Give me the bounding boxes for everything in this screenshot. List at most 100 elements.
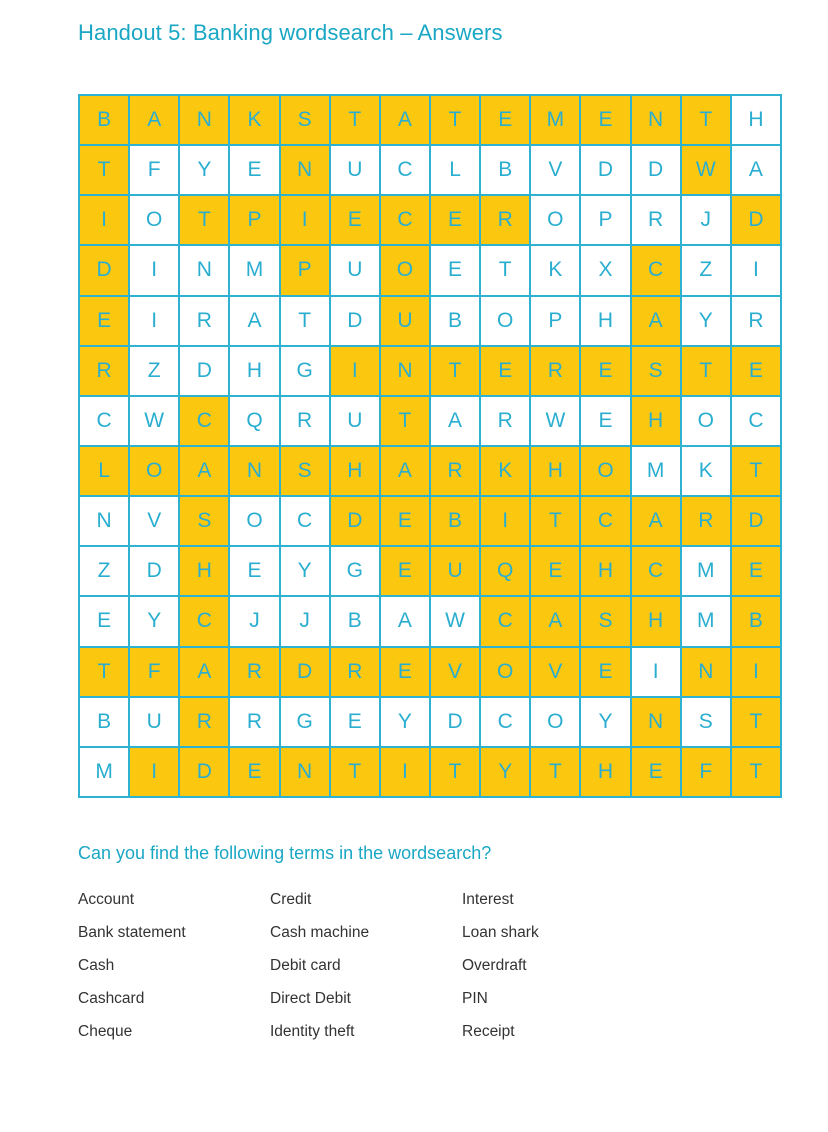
grid-cell: B bbox=[79, 696, 130, 747]
grid-cell: V bbox=[530, 145, 581, 196]
grid-cell: O bbox=[379, 245, 430, 296]
terms-list: Account Credit Interest Bank statement Cash … bbox=[78, 890, 654, 1055]
grid-cell: Y bbox=[129, 596, 180, 647]
grid-cell: D bbox=[730, 195, 781, 246]
grid-cell: C bbox=[630, 546, 681, 597]
grid-cell: T bbox=[680, 345, 731, 396]
grid-cell: K bbox=[229, 95, 280, 146]
grid-cell: A bbox=[379, 596, 430, 647]
grid-cell: S bbox=[630, 345, 681, 396]
grid-cell: O bbox=[129, 445, 180, 497]
grid-cell: N bbox=[379, 345, 430, 396]
grid-cell: R bbox=[179, 295, 230, 346]
grid-cell: A bbox=[530, 596, 581, 647]
grid-cell: V bbox=[530, 646, 581, 697]
grid-cell: E bbox=[379, 646, 430, 697]
grid-cell: Y bbox=[279, 546, 330, 597]
grid-cell: H bbox=[630, 596, 681, 647]
grid-cell: X bbox=[580, 245, 631, 296]
grid-cell: N bbox=[229, 445, 280, 497]
grid-cell: E bbox=[229, 546, 280, 597]
grid-cell: C bbox=[630, 245, 681, 296]
grid-cell: F bbox=[129, 646, 180, 697]
grid-cell: B bbox=[329, 596, 380, 647]
grid-cell: T bbox=[730, 746, 781, 797]
grid-cell: N bbox=[680, 646, 731, 697]
grid-cell: H bbox=[179, 546, 230, 597]
grid-cell: T bbox=[329, 746, 380, 797]
grid-cell: N bbox=[630, 95, 681, 146]
grid-cell: E bbox=[480, 95, 531, 146]
term-item: Overdraft bbox=[462, 957, 527, 974]
grid-cell: N bbox=[79, 496, 130, 547]
grid-cell: Y bbox=[379, 696, 430, 747]
grid-cell: O bbox=[530, 696, 581, 747]
grid-cell: B bbox=[730, 596, 781, 647]
grid-cell: E bbox=[580, 395, 631, 446]
grid-cell: A bbox=[429, 395, 481, 446]
grid-cell: C bbox=[580, 496, 631, 547]
grid-cell: I bbox=[630, 646, 681, 697]
grid-cell: K bbox=[530, 245, 581, 296]
grid-cell: I bbox=[480, 496, 531, 547]
term-item: Loan shark bbox=[462, 924, 539, 941]
grid-cell: J bbox=[229, 596, 280, 647]
term-item: Cash bbox=[78, 957, 115, 974]
grid-cell: R bbox=[730, 295, 781, 346]
grid-cell: C bbox=[379, 145, 430, 196]
grid-cell: I bbox=[730, 646, 781, 697]
grid-cell: O bbox=[530, 195, 581, 246]
grid-cell: R bbox=[480, 395, 531, 446]
grid-cell: H bbox=[580, 746, 631, 797]
term-item: Account bbox=[78, 891, 135, 908]
grid-cell: K bbox=[680, 445, 731, 497]
grid-cell: U bbox=[329, 395, 380, 446]
grid-cell: Z bbox=[680, 245, 731, 296]
grid-cell: S bbox=[279, 445, 330, 497]
grid-cell: D bbox=[429, 696, 481, 747]
grid-cell: G bbox=[329, 546, 380, 597]
grid-cell: O bbox=[480, 295, 531, 346]
grid-cell: Y bbox=[680, 295, 731, 346]
grid-cell: Y bbox=[480, 746, 531, 797]
grid-cell: W bbox=[680, 145, 731, 196]
grid-cell: T bbox=[480, 245, 531, 296]
grid-cell: C bbox=[179, 596, 230, 647]
grid-cell: N bbox=[630, 696, 681, 747]
grid-cell: I bbox=[379, 746, 430, 797]
grid-cell: T bbox=[79, 646, 130, 697]
term-item: PIN bbox=[462, 990, 488, 1007]
grid-cell: E bbox=[580, 95, 631, 146]
grid-cell: E bbox=[730, 546, 781, 597]
grid-cell: P bbox=[580, 195, 631, 246]
grid-cell: D bbox=[329, 295, 380, 346]
wordsearch-grid: BANKSTATEMENTHTFYENUCLBVDDWAIOTPIECEROPR… bbox=[78, 94, 782, 798]
grid-cell: Q bbox=[480, 546, 531, 597]
grid-cell: I bbox=[79, 195, 130, 246]
grid-cell: I bbox=[329, 345, 380, 396]
grid-cell: E bbox=[580, 646, 631, 697]
grid-cell: A bbox=[379, 95, 430, 146]
grid-cell: K bbox=[480, 445, 531, 497]
grid-cell: D bbox=[279, 646, 330, 697]
grid-cell: E bbox=[229, 746, 280, 797]
grid-cell: C bbox=[79, 395, 130, 446]
grid-cell: J bbox=[279, 596, 330, 647]
grid-cell: I bbox=[129, 295, 180, 346]
grid-cell: C bbox=[730, 395, 781, 446]
grid-cell: E bbox=[429, 195, 481, 246]
grid-cell: E bbox=[379, 496, 430, 547]
grid-cell: M bbox=[680, 596, 731, 647]
grid-cell: D bbox=[329, 496, 380, 547]
grid-cell: P bbox=[279, 245, 330, 296]
page-title: Handout 5: Banking wordsearch – Answers bbox=[78, 20, 503, 45]
grid-cell: T bbox=[680, 95, 731, 146]
grid-cell: Z bbox=[129, 345, 180, 396]
grid-cell: E bbox=[229, 145, 280, 196]
grid-cell: A bbox=[730, 145, 781, 196]
grid-cell: B bbox=[79, 95, 130, 146]
grid-cell: A bbox=[179, 646, 230, 697]
grid-cell: O bbox=[680, 395, 731, 446]
grid-cell: H bbox=[630, 395, 681, 446]
grid-cell: S bbox=[179, 496, 230, 547]
